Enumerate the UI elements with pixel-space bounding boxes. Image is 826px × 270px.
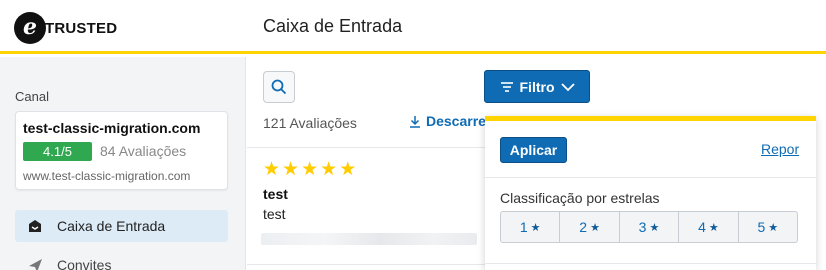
sidebar-item-inbox[interactable]: Caixa de Entrada xyxy=(15,210,228,242)
review-title: test xyxy=(263,186,288,202)
channel-selector-card[interactable]: test-classic-migration.com 4.1/5 84 Aval… xyxy=(15,111,228,190)
star-icon: ★ xyxy=(320,159,338,180)
score-badge: 4.1/5 xyxy=(23,142,92,161)
channel-name: test-classic-migration.com xyxy=(23,120,201,136)
redacted-text xyxy=(261,233,477,245)
page-title: Caixa de Entrada xyxy=(263,16,403,36)
rating-option-1[interactable]: 1 ★ xyxy=(501,212,561,242)
sidebar: Canal test-classic-migration.com 4.1/5 8… xyxy=(0,57,246,270)
star-icon: ★ xyxy=(649,221,660,234)
star-icon: ★ xyxy=(282,159,300,180)
filter-icon xyxy=(500,81,513,92)
divider xyxy=(485,177,816,178)
download-icon xyxy=(410,115,420,128)
filter-button[interactable]: Filtro xyxy=(484,70,590,103)
rating-option-5[interactable]: 5 ★ xyxy=(739,212,797,242)
sidebar-item-invites[interactable]: Convites xyxy=(15,249,228,270)
rating-option-3[interactable]: 3 ★ xyxy=(620,212,680,242)
reviews-count: 121 Avaliações xyxy=(263,115,357,131)
inbox-icon xyxy=(27,218,43,234)
review-stars: ★ ★ ★ ★ ★ xyxy=(263,160,356,180)
star-icon: ★ xyxy=(530,221,541,234)
sidebar-item-label: Convites xyxy=(57,257,112,270)
rating-option-2[interactable]: 2 ★ xyxy=(560,212,620,242)
logo-e-icon: e xyxy=(14,12,46,44)
channel-review-count: 84 Avaliações xyxy=(100,143,187,159)
rating-filter-label: Classificação por estrelas xyxy=(500,190,660,206)
trusted-logo[interactable]: e TRUSTED xyxy=(14,12,117,44)
star-rating-selector: 1 ★ 2 ★ 3 ★ 4 ★ 5 ★ xyxy=(500,211,798,243)
logo-text: TRUSTED xyxy=(45,19,118,37)
star-icon: ★ xyxy=(590,221,600,234)
star-icon: ★ xyxy=(768,221,779,234)
reset-link[interactable]: Repor xyxy=(761,141,799,157)
star-icon: ★ xyxy=(263,159,281,180)
search-button[interactable] xyxy=(263,71,295,103)
search-icon xyxy=(271,79,287,95)
filter-dropdown-panel: Aplicar Repor Classificação por estrelas… xyxy=(485,116,816,270)
sidebar-item-label: Caixa de Entrada xyxy=(57,218,166,234)
channel-url: www.test-classic-migration.com xyxy=(23,169,191,183)
apply-button[interactable]: Aplicar xyxy=(500,137,567,163)
filter-label: Filtro xyxy=(519,78,555,95)
top-header: e TRUSTED Caixa de Entrada xyxy=(0,0,826,54)
send-icon xyxy=(27,257,43,270)
star-icon: ★ xyxy=(339,159,357,180)
divider xyxy=(485,263,816,264)
chevron-down-icon xyxy=(560,82,575,91)
star-icon: ★ xyxy=(708,221,719,234)
rating-option-4[interactable]: 4 ★ xyxy=(679,212,739,242)
star-icon: ★ xyxy=(301,159,319,180)
canal-label: Canal xyxy=(15,89,49,104)
review-text: test xyxy=(263,206,286,222)
